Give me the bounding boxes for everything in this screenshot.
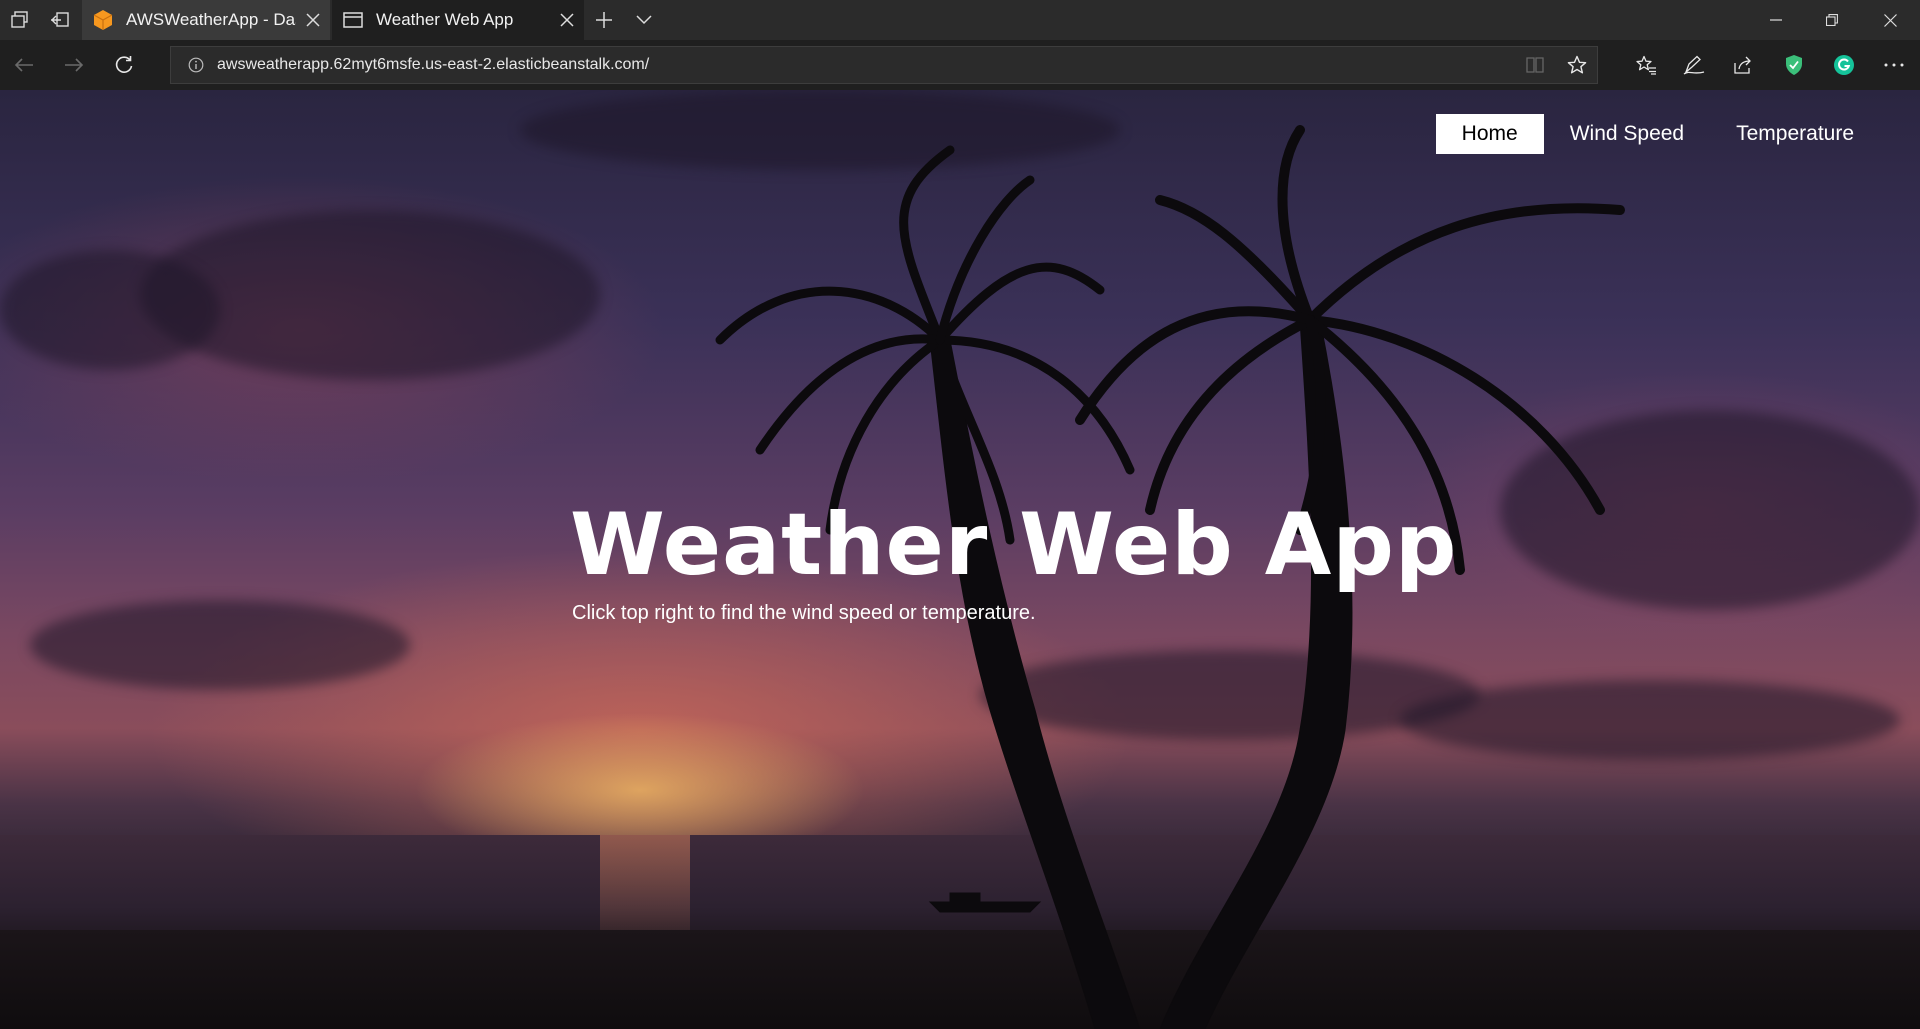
- address-url[interactable]: awsweatherapp.62myt6msfe.us-east-2.elast…: [217, 47, 649, 83]
- web-note-pen-icon[interactable]: [1670, 40, 1718, 90]
- close-window-icon[interactable]: [1862, 0, 1918, 40]
- tab-manager-icon[interactable]: [0, 0, 40, 40]
- nav-home-link[interactable]: Home: [1435, 114, 1544, 154]
- tab-title: AWSWeatherApp - Dasl: [126, 10, 296, 29]
- hero-subtitle: Click top right to find the wind speed o…: [572, 602, 1036, 624]
- tab-preview-chevron-down-icon[interactable]: [624, 0, 664, 40]
- new-tab-icon[interactable]: [584, 0, 624, 40]
- browser-toolbar: awsweatherapp.62myt6msfe.us-east-2.elast…: [0, 40, 1920, 90]
- page-content: Home Wind Speed Temperature Weather Web …: [0, 90, 1920, 1029]
- page-icon: [343, 12, 363, 28]
- shield-extension-icon[interactable]: [1770, 40, 1818, 90]
- tab-aws-dashboard[interactable]: AWSWeatherApp - Dasl: [82, 0, 330, 40]
- minimize-icon[interactable]: [1748, 0, 1804, 40]
- favorite-star-icon[interactable]: [1557, 47, 1597, 83]
- set-tabs-aside-icon[interactable]: [40, 0, 80, 40]
- back-icon[interactable]: [0, 40, 48, 90]
- restore-icon[interactable]: [1804, 0, 1860, 40]
- hero-title: Weather Web App: [570, 495, 1458, 595]
- site-info-icon[interactable]: [181, 47, 211, 83]
- forward-icon[interactable]: [50, 40, 98, 90]
- nav-temperature-link[interactable]: Temperature: [1710, 114, 1880, 154]
- more-options-icon[interactable]: [1870, 40, 1918, 90]
- site-navigation: Home Wind Speed Temperature: [1435, 114, 1880, 154]
- tab-weather-web-app[interactable]: Weather Web App: [332, 0, 584, 40]
- reading-view-icon[interactable]: [1515, 47, 1555, 83]
- tab-bar: AWSWeatherApp - Dasl Weather Web App: [0, 0, 1920, 40]
- grammarly-icon[interactable]: [1820, 40, 1868, 90]
- favorites-hub-icon[interactable]: [1622, 40, 1670, 90]
- aws-cube-icon: [93, 10, 113, 30]
- address-bar[interactable]: awsweatherapp.62myt6msfe.us-east-2.elast…: [170, 46, 1598, 84]
- refresh-icon[interactable]: [100, 40, 148, 90]
- tab-title: Weather Web App: [376, 10, 514, 29]
- close-tab-icon[interactable]: [296, 0, 330, 40]
- close-tab-icon[interactable]: [550, 0, 584, 40]
- share-icon[interactable]: [1720, 40, 1768, 90]
- nav-wind-speed-link[interactable]: Wind Speed: [1544, 114, 1710, 154]
